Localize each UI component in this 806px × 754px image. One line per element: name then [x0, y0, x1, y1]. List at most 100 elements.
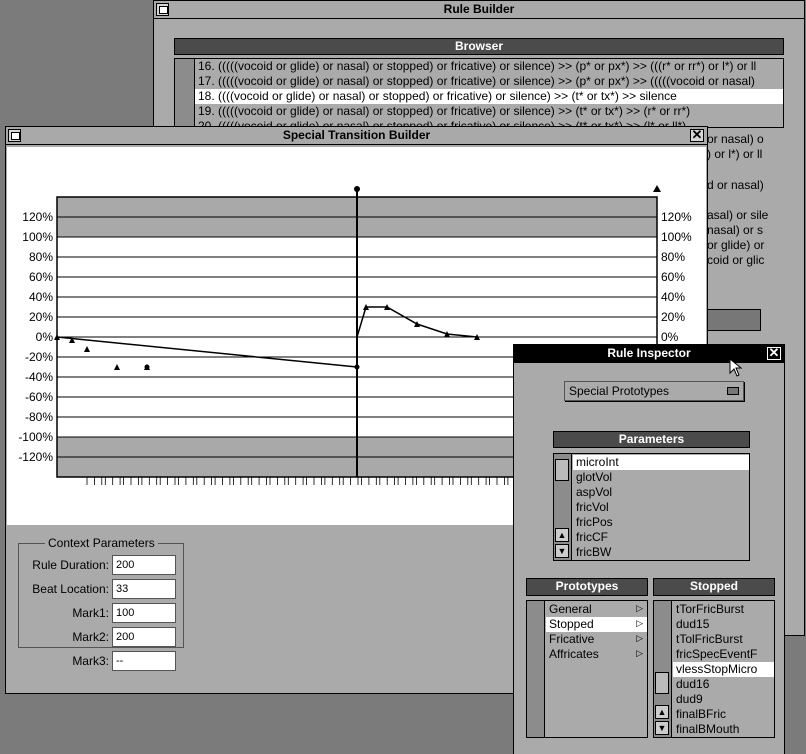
list-item[interactable]: finalBMouth: [673, 722, 774, 737]
list-item[interactable]: fricVol: [573, 500, 749, 515]
beat-location-label: Beat Location:: [32, 582, 109, 596]
prototype-dropdown[interactable]: Special Prototypes: [564, 381, 744, 401]
window-menu-icon[interactable]: [156, 3, 169, 16]
beat-marker[interactable]: [354, 186, 360, 192]
prototypes-list[interactable]: General Stopped Fricative Affricates ▷ ▷…: [526, 600, 648, 738]
chevron-right-icon: ▷: [636, 633, 643, 643]
stopped-list[interactable]: ▲ ▼ tTorFricBurst dud15 tTolFricBurst fr…: [653, 600, 775, 738]
prototype-dropdown-value: Special Prototypes: [569, 384, 670, 398]
list-item[interactable]: tTolFricBurst: [673, 632, 774, 647]
scroll-up-icon[interactable]: ▲: [655, 705, 669, 719]
mark3-field[interactable]: --: [112, 651, 176, 671]
transition-builder-titlebar[interactable]: Special Transition Builder ✕: [6, 127, 707, 145]
y-tick-label: 120%: [22, 210, 53, 224]
list-item[interactable]: fricPos: [573, 515, 749, 530]
mark2-field[interactable]: 200: [112, 627, 176, 647]
stopped-scrollbar[interactable]: ▲ ▼: [654, 601, 672, 737]
rule-list[interactable]: 16. (((((vocoid or glide) or nasal) or s…: [174, 58, 784, 128]
data-point[interactable]: [144, 364, 150, 370]
y-tick-label-right: 40%: [661, 290, 685, 304]
end-marker[interactable]: [653, 185, 661, 192]
dropdown-icon: [727, 387, 739, 395]
y-tick-label: -40%: [25, 370, 53, 384]
y-tick-label: 80%: [29, 250, 53, 264]
rule-list-scrollbar[interactable]: [175, 59, 195, 127]
scroll-thumb[interactable]: [555, 459, 569, 481]
close-icon[interactable]: ✕: [690, 128, 704, 142]
list-item[interactable]: 18. ((((vocoid or glide) or nasal) or st…: [195, 89, 783, 104]
parameters-list[interactable]: ▲ ▼ microInt glotVol aspVol fricVol fric…: [553, 453, 750, 561]
list-item[interactable]: dud15: [673, 617, 774, 632]
list-item[interactable]: General: [546, 602, 647, 617]
mark1-field[interactable]: 100: [112, 603, 176, 623]
scroll-up-icon[interactable]: ▲: [555, 528, 569, 542]
list-item[interactable]: 19. (((((vocoid or glide) or nasal) or s…: [195, 104, 783, 119]
beat-location-field[interactable]: 33: [112, 579, 176, 599]
list-item[interactable]: Stopped: [546, 617, 647, 632]
y-tick-label: 0%: [36, 330, 54, 344]
list-item[interactable]: fricBW: [573, 545, 749, 560]
y-tick-label-right: 120%: [661, 210, 692, 224]
y-tick-label: 40%: [29, 290, 53, 304]
rule-fragment: or nasal) o: [707, 132, 764, 146]
y-tick-label: -120%: [18, 450, 53, 464]
y-tick-label: 20%: [29, 310, 53, 324]
y-tick-label: -80%: [25, 410, 53, 424]
rule-inspector-title: Rule Inspector: [607, 346, 691, 360]
stopped-header: Stopped: [653, 578, 775, 596]
prototypes-scrollbar[interactable]: [527, 601, 545, 737]
rule-fragment: asal) or sile: [707, 208, 769, 222]
cursor-icon: [729, 358, 743, 377]
browser-header: Browser: [174, 38, 784, 55]
rule-builder-titlebar[interactable]: Rule Builder: [154, 1, 804, 19]
rule-builder-title: Rule Builder: [443, 2, 515, 16]
rule-inspector-window: Rule Inspector ✕ Special Prototypes Para…: [513, 344, 785, 754]
list-item[interactable]: dud16: [673, 677, 774, 692]
y-tick-label: -20%: [25, 350, 53, 364]
data-point[interactable]: [354, 364, 360, 370]
list-item[interactable]: dud9: [673, 692, 774, 707]
mark1-label: Mark1:: [72, 606, 109, 620]
rule-inspector-titlebar[interactable]: Rule Inspector ✕: [514, 345, 784, 363]
list-item[interactable]: microInt: [573, 455, 749, 470]
parameters-header: Parameters: [553, 431, 750, 448]
y-tick-label: -100%: [18, 430, 53, 444]
list-item[interactable]: aspVol: [573, 485, 749, 500]
chevron-right-icon: ▷: [636, 648, 643, 658]
prototypes-header: Prototypes: [526, 578, 648, 596]
chevron-right-icon: ▷: [636, 618, 643, 628]
y-tick-label: 60%: [29, 270, 53, 284]
list-item[interactable]: Affricates: [546, 647, 647, 662]
scroll-down-icon[interactable]: ▼: [555, 544, 569, 558]
list-item[interactable]: Fricative: [546, 632, 647, 647]
y-tick-label-right: 20%: [661, 310, 685, 324]
window-menu-icon[interactable]: [8, 129, 21, 142]
rule-fragment: ) or l*) or ll: [707, 147, 763, 161]
list-item[interactable]: 17. (((((vocoid or glide) or nasal) or s…: [195, 74, 783, 89]
mark3-label: Mark3:: [72, 654, 109, 668]
list-item[interactable]: fricCF: [573, 530, 749, 545]
list-item[interactable]: tTorFricBurst: [673, 602, 774, 617]
chevron-right-icon: ▷: [636, 603, 643, 613]
scroll-thumb[interactable]: [655, 672, 669, 694]
y-tick-label-right: 0%: [661, 330, 679, 344]
rule-fragment: or glide) or: [707, 238, 765, 252]
parameters-scrollbar[interactable]: ▲ ▼: [554, 454, 572, 560]
rule-fragment: d or nasal): [707, 178, 764, 192]
y-tick-label: 100%: [22, 230, 53, 244]
scroll-down-icon[interactable]: ▼: [655, 721, 669, 735]
list-item[interactable]: finalBFric: [673, 707, 774, 722]
mark2-label: Mark2:: [72, 630, 109, 644]
list-item[interactable]: 16. (((((vocoid or glide) or nasal) or s…: [195, 59, 783, 74]
list-item[interactable]: glotVol: [573, 470, 749, 485]
list-item[interactable]: vlessStopMicro: [673, 662, 774, 677]
list-item[interactable]: fricSpecEventF: [673, 647, 774, 662]
rule-text-field[interactable]: [707, 309, 761, 331]
y-tick-label: -60%: [25, 390, 53, 404]
close-icon[interactable]: ✕: [767, 346, 781, 360]
transition-builder-title: Special Transition Builder: [282, 128, 431, 142]
rule-fragment: nasal) or s: [707, 223, 764, 237]
y-tick-label-right: 80%: [661, 250, 685, 264]
rule-duration-field[interactable]: 200: [112, 555, 176, 575]
y-tick-label-right: 100%: [661, 230, 692, 244]
